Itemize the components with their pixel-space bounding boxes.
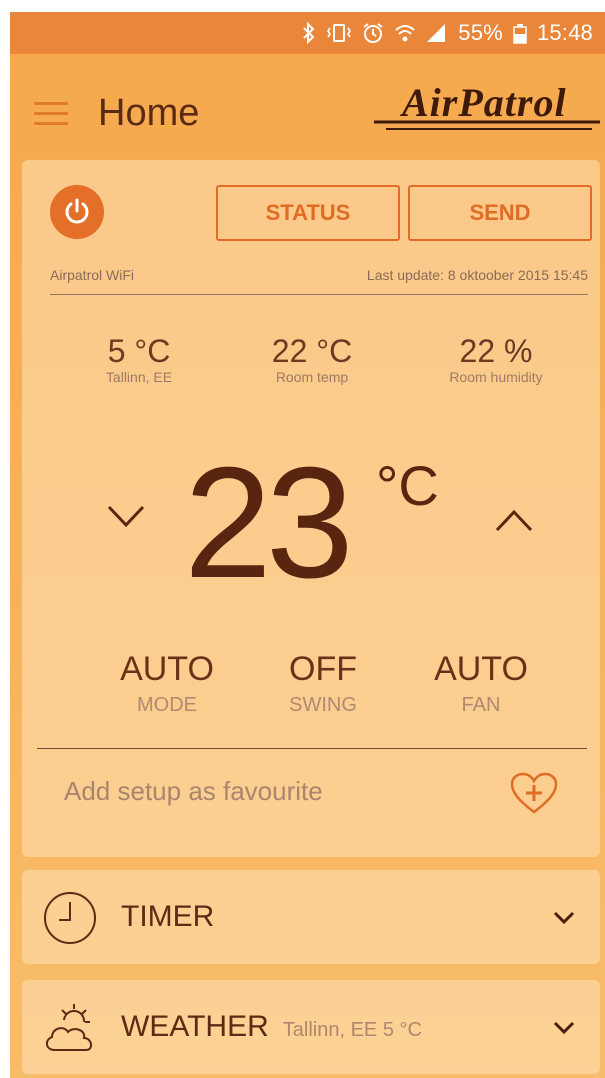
swing-label: SWING — [289, 694, 357, 716]
page-title: Home — [98, 92, 200, 134]
section-title: WEATHER Tallinn, EE 5 °C — [121, 1010, 422, 1047]
clock-time: 15:48 — [536, 20, 593, 45]
fan-value: AUTO — [434, 650, 528, 688]
mode-selector[interactable]: AUTO MODE — [92, 650, 242, 717]
app-screen: 55% 15:48 Home AirPatrol STATUS SEND Air… — [10, 12, 605, 1078]
divider — [37, 748, 587, 749]
temperature-unit: °C — [376, 454, 439, 517]
status-bar: 55% 15:48 — [10, 12, 605, 54]
swing-selector[interactable]: OFF SWING — [248, 650, 398, 717]
stat-label: Room temp — [275, 369, 349, 385]
temp-up-chevron-icon[interactable] — [494, 506, 534, 534]
device-meta: Airpatrol WiFi Last update: 8 oktoober 2… — [50, 267, 588, 283]
divider — [50, 294, 588, 295]
vibrate-icon — [326, 22, 352, 44]
battery-icon — [513, 22, 527, 44]
fan-selector[interactable]: AUTO FAN — [406, 650, 556, 717]
hamburger-menu-icon[interactable] — [34, 102, 68, 126]
weather-summary: Tallinn, EE 5 °C — [282, 1019, 422, 1041]
last-update: Last update: 8 oktoober 2015 15:45 — [366, 267, 588, 283]
heart-plus-icon[interactable] — [510, 772, 558, 816]
chevron-down-icon[interactable] — [552, 910, 576, 926]
battery-percent: 55% — [458, 20, 503, 45]
status-button[interactable]: STATUS — [216, 185, 400, 241]
stat-label: Tallinn, EE — [105, 369, 173, 385]
swing-value: OFF — [289, 650, 357, 688]
clock-icon — [44, 892, 96, 944]
svg-text:AirPatrol: AirPatrol — [399, 80, 567, 125]
bluetooth-icon — [302, 22, 316, 44]
wifi-icon — [394, 22, 416, 44]
section-title: TIMER — [121, 900, 228, 937]
section-label: WEATHER — [121, 1010, 269, 1043]
temp-down-chevron-icon[interactable] — [106, 503, 146, 531]
mode-value: AUTO — [120, 650, 214, 688]
power-icon — [65, 198, 89, 224]
room-temp: 22 °C Room temp — [222, 334, 402, 386]
timer-section[interactable]: TIMER — [22, 870, 600, 964]
chevron-down-icon[interactable] — [552, 1020, 576, 1036]
device-name: Airpatrol WiFi — [50, 267, 135, 283]
outdoor-temp: 5 °C Tallinn, EE — [49, 334, 229, 386]
fan-label: FAN — [461, 694, 501, 716]
stat-label: Room humidity — [449, 369, 543, 385]
control-card: STATUS SEND Airpatrol WiFi Last update: … — [22, 160, 600, 857]
weather-section[interactable]: WEATHER Tallinn, EE 5 °C — [22, 980, 600, 1074]
section-label: TIMER — [121, 900, 215, 933]
stat-value: 22 % — [459, 333, 533, 369]
signal-icon — [426, 22, 446, 44]
weather-icon — [46, 1004, 92, 1051]
stat-value: 22 °C — [271, 333, 353, 369]
room-humidity: 22 % Room humidity — [406, 334, 586, 386]
mode-label: MODE — [137, 694, 197, 716]
add-favourite-label[interactable]: Add setup as favourite — [64, 776, 323, 807]
stat-value: 5 °C — [107, 333, 171, 369]
send-button[interactable]: SEND — [408, 185, 592, 241]
set-temperature: 23 — [184, 435, 354, 611]
alarm-icon — [362, 22, 384, 44]
power-button[interactable] — [50, 185, 104, 239]
app-bar: Home AirPatrol — [10, 54, 605, 164]
airpatrol-logo: AirPatrol — [374, 80, 600, 130]
